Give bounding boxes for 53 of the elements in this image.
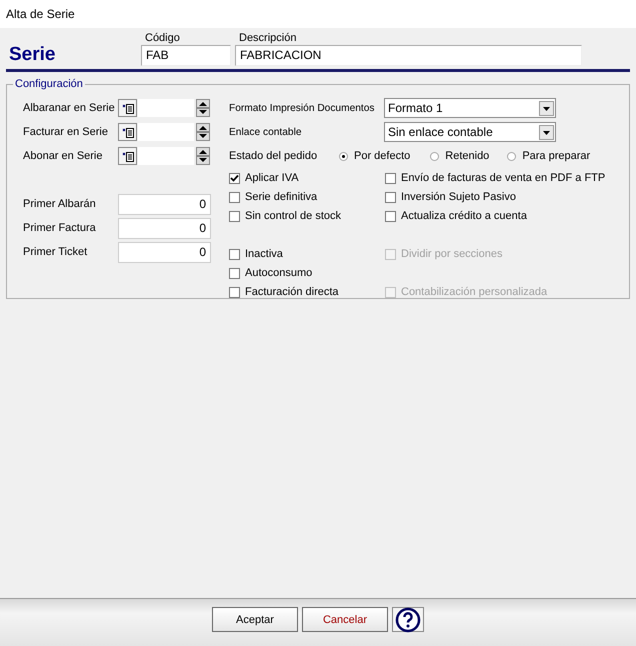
radio-option[interactable]: Para preparar bbox=[507, 150, 590, 162]
field-label: Abonar en Serie bbox=[23, 150, 104, 162]
help-button[interactable] bbox=[392, 607, 424, 632]
up-down-arrows-icon bbox=[196, 123, 210, 141]
checkmark-icon bbox=[230, 174, 239, 182]
field-label: Primer Albarán bbox=[23, 198, 97, 210]
field-label: Código bbox=[144, 31, 181, 45]
checkbox[interactable]: Actualiza crédito a cuenta bbox=[385, 209, 619, 223]
field-label: Primer Factura bbox=[23, 222, 97, 234]
list-picker-button[interactable] bbox=[118, 99, 137, 117]
number-field[interactable]: 0 bbox=[118, 218, 211, 238]
form-title: Serie bbox=[8, 44, 56, 66]
field-label: Estado del pedido bbox=[229, 150, 318, 162]
field-label: Descripción bbox=[238, 31, 298, 45]
up-down-arrows-icon bbox=[196, 147, 210, 165]
checkbox[interactable]: Inactiva bbox=[229, 247, 385, 261]
spin-button[interactable] bbox=[196, 123, 210, 141]
dialog-button[interactable]: Aceptar bbox=[212, 607, 298, 632]
field-label: Enlace contable bbox=[229, 126, 302, 138]
dropdown[interactable]: Formato 1 bbox=[384, 98, 556, 118]
spin-button[interactable] bbox=[196, 147, 210, 165]
text-field[interactable]: FAB bbox=[141, 45, 231, 66]
list-picker-button[interactable] bbox=[118, 123, 137, 141]
checkbox[interactable]: Inversión Sujeto Pasivo bbox=[385, 190, 619, 204]
spin-button[interactable] bbox=[196, 99, 210, 117]
radio-option[interactable]: Retenido bbox=[430, 150, 490, 162]
field-label: Albaranar en Serie bbox=[23, 102, 116, 114]
dropdown[interactable]: Sin enlace contable bbox=[384, 122, 556, 142]
number-field[interactable]: 0 bbox=[118, 194, 211, 214]
dialog-button[interactable]: Cancelar bbox=[302, 607, 388, 632]
list-icon bbox=[122, 126, 134, 138]
input-field[interactable] bbox=[138, 123, 194, 141]
number-field[interactable]: 0 bbox=[118, 242, 211, 262]
field-label: Formato Impresión Documentos bbox=[229, 102, 376, 114]
input-field[interactable] bbox=[138, 99, 194, 117]
checkbox[interactable]: Autoconsumo bbox=[229, 266, 385, 280]
list-picker-button[interactable] bbox=[118, 147, 137, 165]
radio-option[interactable]: Por defecto bbox=[339, 150, 410, 162]
group-legend: Configuración bbox=[13, 77, 85, 91]
list-icon bbox=[122, 150, 134, 162]
text-field[interactable]: FABRICACION bbox=[235, 45, 582, 66]
checkbox[interactable]: Sin control de stock bbox=[229, 209, 385, 223]
checkbox[interactable]: Serie definitiva bbox=[229, 190, 385, 204]
checkbox[interactable]: Aplicar IVA bbox=[229, 171, 385, 185]
field-label: Facturar en Serie bbox=[23, 126, 109, 138]
checkbox[interactable]: Facturación directa bbox=[229, 285, 385, 299]
checkbox[interactable]: Envío de facturas de venta en PDF a FTP bbox=[385, 171, 619, 185]
help-icon bbox=[395, 606, 421, 632]
window-title: Alta de Serie bbox=[6, 7, 75, 21]
list-icon bbox=[122, 102, 134, 114]
up-down-arrows-icon bbox=[196, 99, 210, 117]
field-label: Primer Ticket bbox=[23, 246, 88, 258]
input-field[interactable] bbox=[138, 147, 194, 165]
